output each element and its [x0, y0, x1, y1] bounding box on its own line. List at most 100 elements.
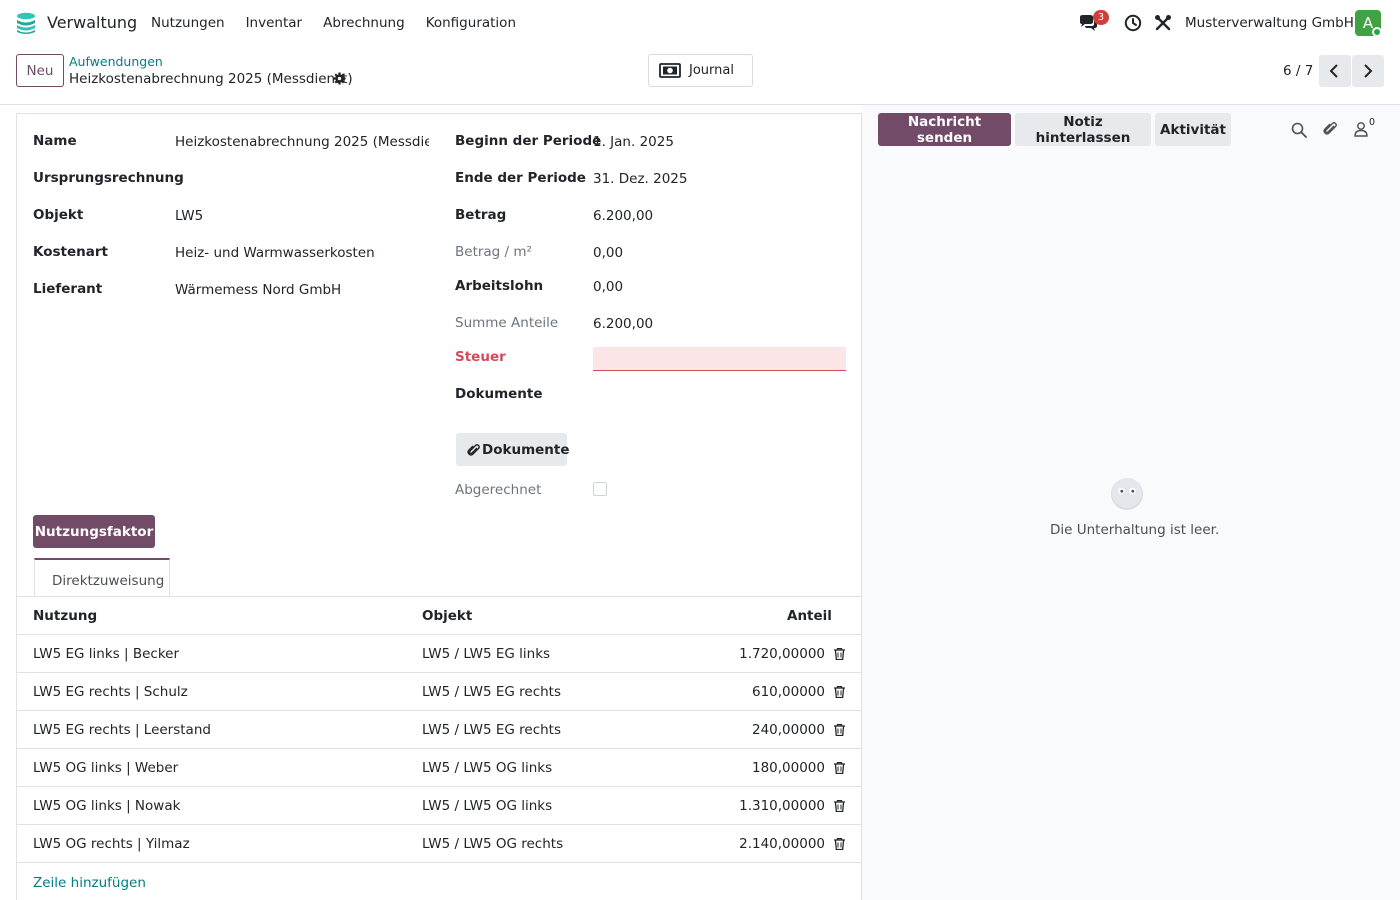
- pager-next-button[interactable]: [1352, 55, 1384, 87]
- cell-anteil[interactable]: 1.310,00000: [705, 798, 825, 814]
- label-dokumente: Dokumente: [455, 386, 543, 402]
- label-abgerechnet: Abgerechnet: [455, 482, 542, 498]
- label-objekt: Objekt: [33, 207, 84, 223]
- follower-icon[interactable]: [1353, 121, 1369, 137]
- journal-label: Journal: [689, 63, 734, 78]
- trash-icon[interactable]: [834, 686, 845, 698]
- documents-button-label: Dokumente: [482, 442, 570, 458]
- column-header-nutzung[interactable]: Nutzung: [33, 608, 97, 624]
- field-arbeitslohn[interactable]: 0,00: [593, 279, 623, 295]
- top-navbar: Verwaltung Nutzungen Inventar Abrechnung…: [0, 0, 1400, 46]
- row-divider: [17, 786, 862, 787]
- main-menu: Nutzungen Inventar Abrechnung Konfigurat…: [151, 15, 537, 31]
- empty-face-icon: [1111, 478, 1143, 510]
- log-note-button[interactable]: Notiz hinterlassen: [1015, 113, 1151, 146]
- column-header-objekt[interactable]: Objekt: [422, 608, 472, 624]
- cell-nutzung[interactable]: LW5 EG rechts | Leerstand: [33, 722, 211, 738]
- cell-objekt[interactable]: LW5 / LW5 EG rechts: [422, 722, 561, 738]
- column-header-anteil[interactable]: Anteil: [787, 608, 832, 624]
- cell-anteil[interactable]: 180,00000: [705, 760, 825, 776]
- menu-item-abrechnung[interactable]: Abrechnung: [323, 15, 405, 31]
- field-kostenart[interactable]: Heiz- und Warmwasserkosten: [175, 245, 375, 261]
- gear-icon[interactable]: [333, 72, 346, 85]
- cell-objekt[interactable]: LW5 / LW5 EG links: [422, 646, 550, 662]
- field-betrag-per-m2: 0,00: [593, 245, 624, 261]
- cell-anteil[interactable]: 2.140,00000: [705, 836, 825, 852]
- add-line-link[interactable]: Zeile hinzufügen: [33, 875, 146, 891]
- field-name[interactable]: Heizkostenabrechnung 2025 (Messdiens: [175, 134, 429, 150]
- cell-nutzung[interactable]: LW5 OG links | Nowak: [33, 798, 180, 814]
- cell-nutzung[interactable]: LW5 EG links | Becker: [33, 646, 179, 662]
- app-logo-icon[interactable]: [14, 11, 38, 35]
- chatter-panel: Nachricht senden Notiz hinterlassen Akti…: [862, 105, 1400, 900]
- trash-icon[interactable]: [834, 800, 845, 812]
- trash-icon[interactable]: [834, 762, 845, 774]
- label-arbeitslohn: Arbeitslohn: [455, 278, 544, 294]
- clock-icon[interactable]: [1124, 14, 1142, 32]
- chevron-right-icon: [1364, 64, 1373, 78]
- field-steuer[interactable]: [593, 347, 846, 371]
- label-period-end: Ende der Periode: [455, 170, 586, 186]
- field-period-start[interactable]: 1. Jan. 2025: [593, 134, 674, 150]
- activity-button[interactable]: Aktivität: [1155, 113, 1231, 146]
- menu-item-konfiguration[interactable]: Konfiguration: [426, 15, 516, 31]
- trash-icon[interactable]: [834, 648, 845, 660]
- send-message-button[interactable]: Nachricht senden: [878, 113, 1011, 146]
- header-divider: [17, 634, 862, 635]
- paperclip-icon[interactable]: [1322, 121, 1338, 137]
- row-divider: [17, 824, 862, 825]
- trash-icon[interactable]: [834, 724, 845, 736]
- nutzungsfaktor-button[interactable]: Nutzungsfaktor: [33, 515, 155, 548]
- field-lieferant[interactable]: Wärmemess Nord GmbH: [175, 282, 341, 298]
- cell-nutzung[interactable]: LW5 OG links | Weber: [33, 760, 178, 776]
- notification-badge: 3: [1093, 10, 1109, 25]
- trash-icon[interactable]: [834, 838, 845, 850]
- company-switcher[interactable]: Musterverwaltung GmbH: [1185, 15, 1354, 31]
- paperclip-icon: [467, 444, 480, 456]
- tools-icon[interactable]: [1154, 14, 1172, 32]
- app-name[interactable]: Verwaltung: [47, 13, 137, 32]
- cell-anteil[interactable]: 1.720,00000: [705, 646, 825, 662]
- label-betrag-per-m2: Betrag / m²: [455, 244, 532, 260]
- row-divider: [17, 710, 862, 711]
- chevron-left-icon: [1329, 64, 1338, 78]
- cell-nutzung[interactable]: LW5 OG rechts | Yilmaz: [33, 836, 190, 852]
- presence-indicator: [1372, 27, 1382, 37]
- abgerechnet-checkbox[interactable]: [593, 482, 607, 496]
- field-period-end[interactable]: 31. Dez. 2025: [593, 171, 688, 187]
- cell-objekt[interactable]: LW5 / LW5 EG rechts: [422, 684, 561, 700]
- field-betrag[interactable]: 6.200,00: [593, 208, 653, 224]
- cell-objekt[interactable]: LW5 / LW5 OG links: [422, 798, 552, 814]
- field-objekt[interactable]: LW5: [175, 208, 203, 224]
- row-divider: [17, 748, 862, 749]
- cell-anteil[interactable]: 240,00000: [705, 722, 825, 738]
- cell-anteil[interactable]: 610,00000: [705, 684, 825, 700]
- breadcrumb-current: Heizkostenabrechnung 2025 (Messdienst): [69, 71, 353, 87]
- label-name: Name: [33, 133, 77, 149]
- follower-count: 0: [1369, 117, 1376, 128]
- money-icon: [659, 63, 681, 78]
- search-icon[interactable]: [1291, 122, 1307, 138]
- empty-conversation-text: Die Unterhaltung ist leer.: [1050, 522, 1220, 538]
- tab-direktzuweisung[interactable]: Direktzuweisung: [34, 558, 170, 597]
- cell-objekt[interactable]: LW5 / LW5 OG rechts: [422, 836, 563, 852]
- menu-item-inventar[interactable]: Inventar: [246, 15, 303, 31]
- field-ursprungsrechnung[interactable]: [175, 171, 429, 189]
- form-sheet: Name Heizkostenabrechnung 2025 (Messdien…: [16, 113, 862, 900]
- row-divider: [17, 672, 862, 673]
- new-button[interactable]: Neu: [16, 54, 64, 87]
- row-divider: [17, 862, 862, 863]
- cell-objekt[interactable]: LW5 / LW5 OG links: [422, 760, 552, 776]
- label-lieferant: Lieferant: [33, 281, 103, 297]
- label-summe-anteile: Summe Anteile: [455, 315, 559, 331]
- pager-value[interactable]: 6 / 7: [1283, 63, 1313, 79]
- label-betrag: Betrag: [455, 207, 507, 223]
- tab-divider: [17, 596, 862, 597]
- field-summe-anteile: 6.200,00: [593, 316, 654, 332]
- label-steuer: Steuer: [455, 349, 506, 365]
- pager-previous-button[interactable]: [1319, 55, 1351, 87]
- breadcrumb-parent[interactable]: Aufwendungen: [69, 54, 163, 69]
- label-kostenart: Kostenart: [33, 244, 108, 260]
- cell-nutzung[interactable]: LW5 EG rechts | Schulz: [33, 684, 188, 700]
- menu-item-nutzungen[interactable]: Nutzungen: [151, 15, 225, 31]
